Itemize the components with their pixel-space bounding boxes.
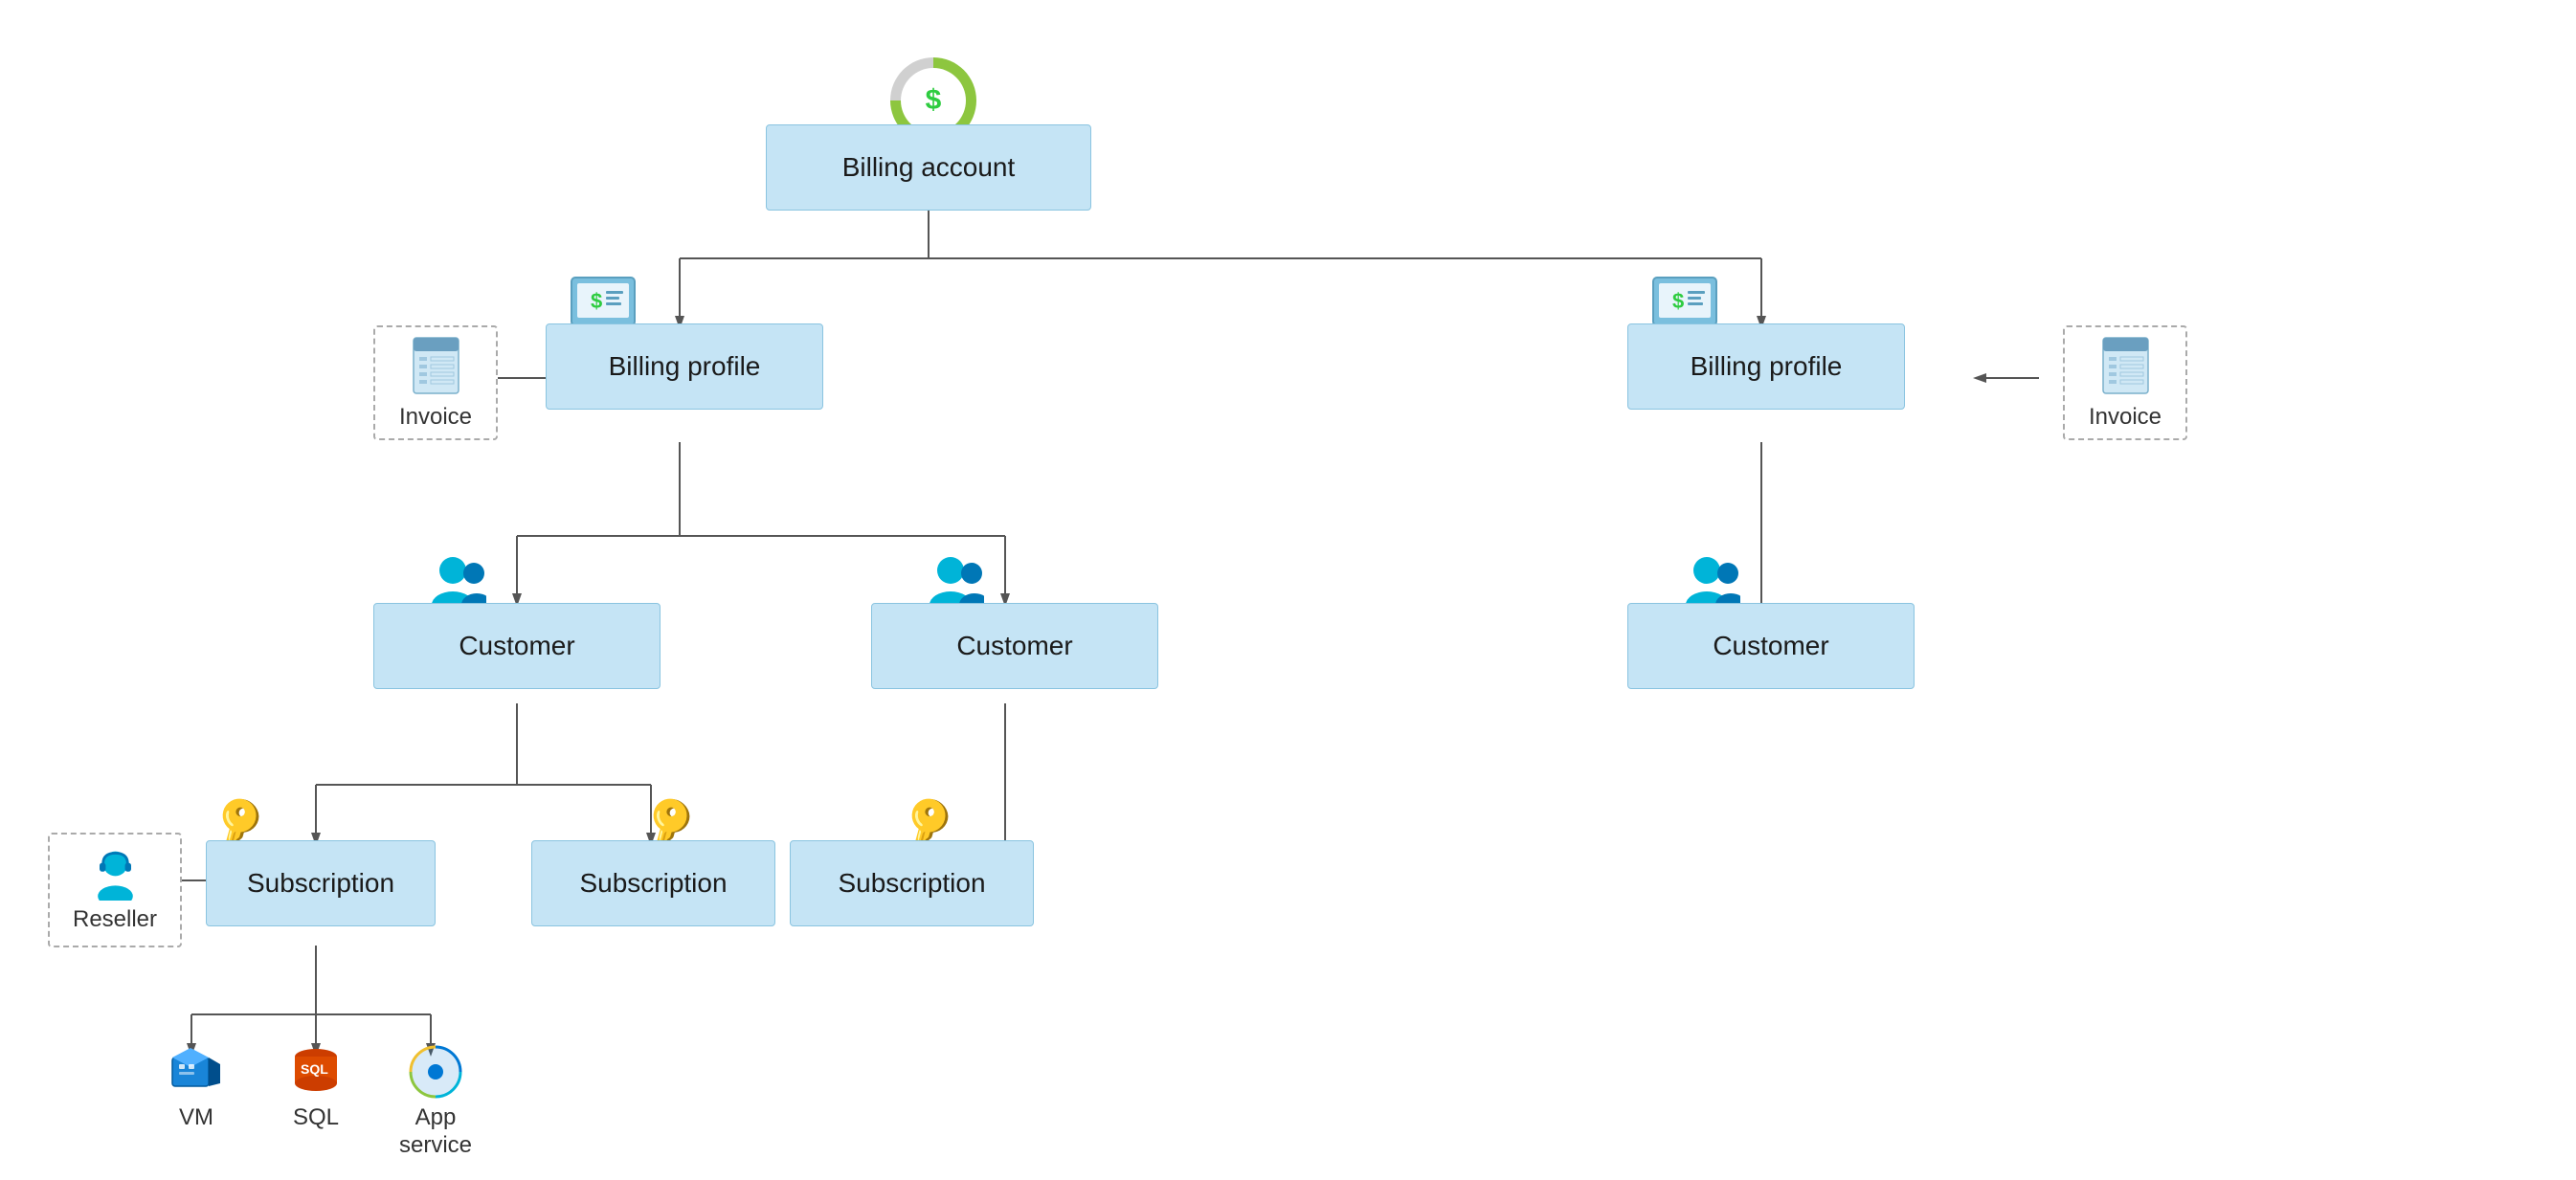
appservice-resource: App service — [388, 1043, 483, 1160]
billing-account-node: Billing account — [766, 124, 1091, 211]
vm-resource: VM — [153, 1043, 239, 1131]
sql-resource: SQL SQL — [273, 1043, 359, 1131]
billing-profile-right-node: Billing profile — [1627, 323, 1905, 410]
reseller-node: Reseller — [48, 833, 182, 947]
svg-text:$: $ — [1672, 289, 1684, 313]
reseller-label: Reseller — [73, 906, 157, 933]
invoice-left-label: Invoice — [399, 404, 472, 431]
customer-1-node: Customer — [373, 603, 661, 689]
svg-text:SQL: SQL — [301, 1061, 328, 1077]
subscription-2-node: Subscription — [531, 840, 775, 926]
svg-text:$: $ — [591, 289, 602, 313]
subscription-1-node: Subscription — [206, 840, 436, 926]
invoice-right-label: Invoice — [2089, 404, 2162, 431]
customer-3-node: Customer — [1627, 603, 1915, 689]
invoice-right-node: Invoice — [2063, 325, 2187, 440]
billing-profile-left-node: Billing profile — [546, 323, 823, 410]
connector-lines — [0, 0, 2576, 1180]
invoice-left-node: Invoice — [373, 325, 498, 440]
customer-2-node: Customer — [871, 603, 1158, 689]
diagram-container: $ Billing account $ Billing profile — [0, 0, 2576, 1180]
subscription-3-node: Subscription — [790, 840, 1034, 926]
